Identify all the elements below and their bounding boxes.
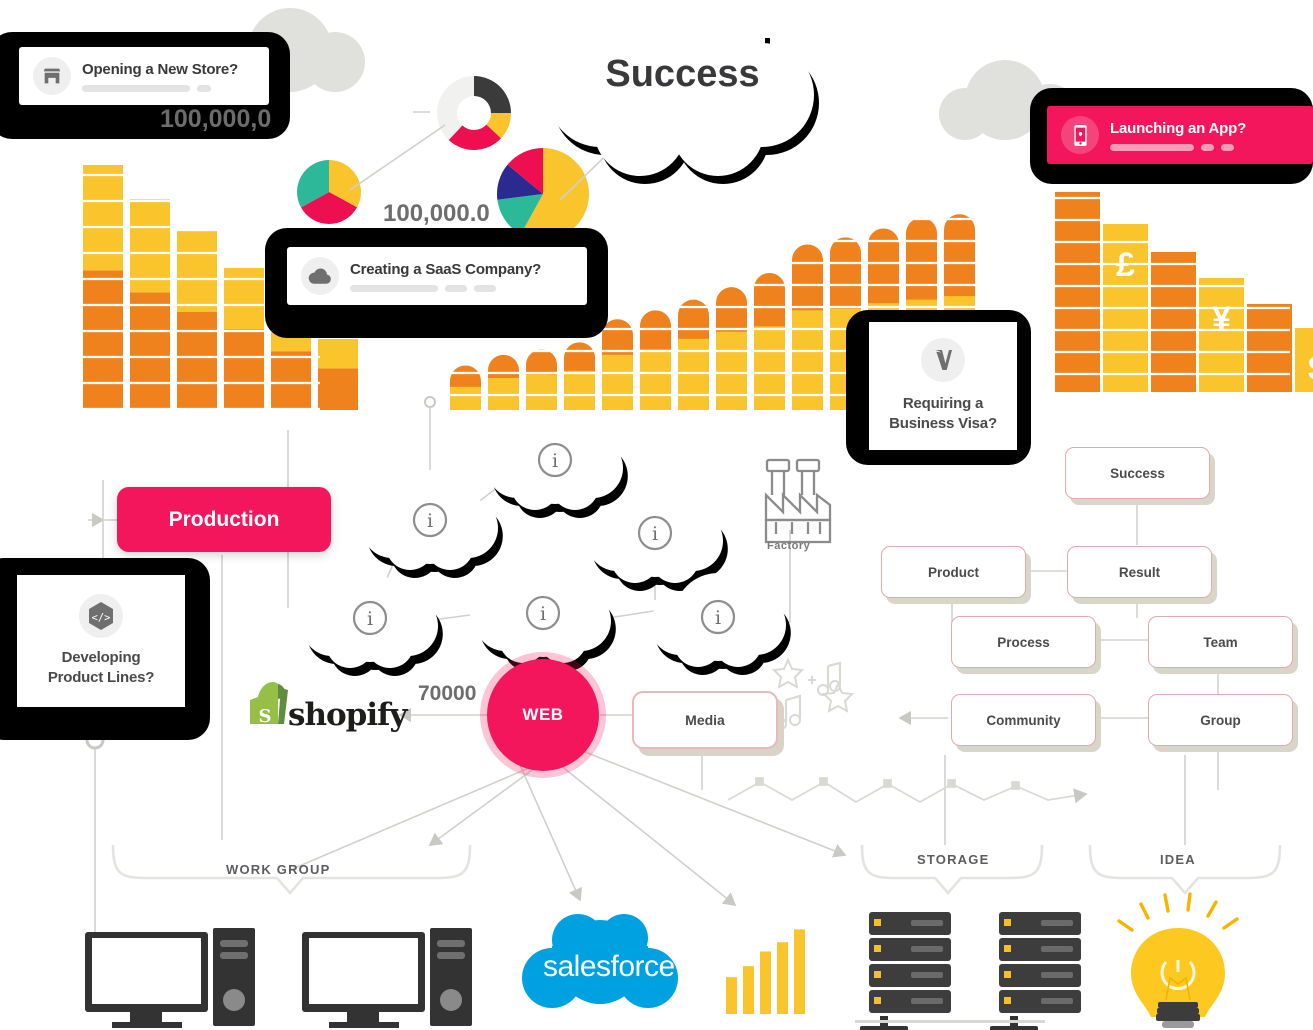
flowchart-node-product[interactable]: Product — [881, 546, 1026, 598]
success-bubble-text: Success — [605, 53, 760, 95]
store-card-title: Opening a New Store? — [82, 60, 239, 78]
chart-pie-large — [497, 148, 589, 240]
workstation-icons — [85, 928, 472, 1028]
flowchart-node-team[interactable]: Team — [1148, 616, 1293, 668]
bubble-5-glyph: i — [540, 603, 546, 625]
svg-text:S: S — [259, 706, 272, 727]
saas-card-title: Creating a SaaS Company? — [350, 260, 542, 278]
bubble-3-glyph: i — [652, 523, 658, 545]
bubble-4-glyph: i — [367, 608, 373, 630]
media-box[interactable]: Media — [632, 691, 778, 749]
bubble-5[interactable]: i — [475, 569, 616, 671]
svg-text:£: £ — [1116, 246, 1135, 284]
zigzag-trend-line — [727, 777, 1088, 804]
shopify-bag-icon: S — [250, 682, 288, 727]
card-developing-product-lines[interactable]: </> Developing Product Lines? — [17, 575, 185, 707]
card-requiring-business-visa[interactable]: Requiring a Business Visa? — [869, 322, 1017, 450]
cloud-icon — [301, 257, 339, 295]
card-opening-new-store[interactable]: Opening a New Store? — [19, 47, 269, 105]
flowchart-node-success[interactable]: Success — [1065, 447, 1210, 499]
bubble-2[interactable]: i — [362, 476, 503, 578]
salesforce-wordmark: salesforce — [543, 950, 675, 983]
saas-card-value: 100,000.0 — [383, 200, 490, 227]
music-star-decor — [771, 657, 855, 730]
card-creating-saas-company[interactable]: Creating a SaaS Company? — [287, 247, 587, 305]
code-hexagon-icon: </> — [79, 594, 123, 638]
shopify-wordmark: shopify — [288, 697, 407, 733]
server-network-lines — [855, 1016, 1045, 1030]
chart-donut — [437, 76, 511, 150]
flowchart-node-result[interactable]: Result — [1067, 546, 1212, 598]
svg-text:</>: </> — [92, 612, 111, 624]
infographic-canvas: £ ¥ $ — [0, 0, 1313, 1030]
server-rack-icons — [869, 912, 1081, 1013]
flowchart-node-process[interactable]: Process — [951, 616, 1096, 668]
bubble-6-glyph: i — [715, 607, 721, 629]
bubble-4[interactable]: i — [302, 574, 443, 676]
store-icon — [33, 57, 71, 95]
production-button[interactable]: Production — [117, 487, 331, 552]
svg-text:$: $ — [1308, 350, 1313, 388]
brace-label-idea: IDEA — [1160, 852, 1196, 867]
visa-card-title-line2: Business Visa? — [889, 415, 997, 432]
success-speech-cloud — [548, 8, 819, 184]
web-node[interactable]: WEB — [487, 659, 599, 771]
app-card-placeholder-lines — [1110, 143, 1299, 151]
svg-text:¥: ¥ — [1212, 300, 1231, 338]
chart-pie-small — [297, 160, 361, 224]
flowchart-label-result: Result — [1118, 564, 1161, 580]
dev-card-title-line2: Product Lines? — [47, 669, 155, 686]
flowchart-label-team: Team — [1203, 634, 1238, 650]
store-card-value: 100,000,0 — [160, 105, 272, 133]
chart-bottom-mini-bars — [726, 929, 805, 1014]
flowchart-node-community[interactable]: Community — [951, 694, 1096, 746]
bubble-1[interactable]: i — [487, 416, 628, 518]
lightbulb-icon — [1117, 892, 1239, 1028]
visa-card-title-line1: Requiring a — [902, 395, 984, 412]
web-node-label: WEB — [522, 705, 564, 724]
chart-right-currency-bars: £ ¥ $ — [1055, 192, 1313, 398]
bubble-2-glyph: i — [427, 510, 433, 532]
brace-label-work-group: WORK GROUP — [226, 862, 331, 877]
flowchart-label-success: Success — [1110, 465, 1165, 481]
flowchart-label-product: Product — [927, 564, 979, 580]
mobile-phone-icon — [1061, 116, 1099, 154]
shopify-logo: shopify — [288, 697, 407, 733]
info-bubble-group: i i i i i i — [302, 416, 791, 676]
saas-card-placeholder-lines — [350, 284, 573, 292]
flowchart-label-community: Community — [986, 712, 1061, 728]
flowchart-node-group[interactable]: Group — [1148, 694, 1293, 746]
flowchart-label-process: Process — [997, 634, 1050, 650]
bubble-1-glyph: i — [552, 450, 558, 472]
dev-card-title-line1: Developing — [61, 649, 141, 666]
brace-label-storage: STORAGE — [917, 852, 990, 867]
flowchart-label-group: Group — [1200, 712, 1241, 728]
app-card-title: Launching an App? — [1110, 119, 1247, 137]
factory-icon — [764, 458, 832, 544]
web-node-value: 70000 — [418, 682, 477, 705]
card-launching-an-app[interactable]: Launching an App? — [1047, 106, 1313, 164]
store-card-placeholder-lines — [82, 84, 255, 92]
visa-v-icon — [921, 338, 965, 382]
factory-label: Factory — [767, 540, 811, 552]
